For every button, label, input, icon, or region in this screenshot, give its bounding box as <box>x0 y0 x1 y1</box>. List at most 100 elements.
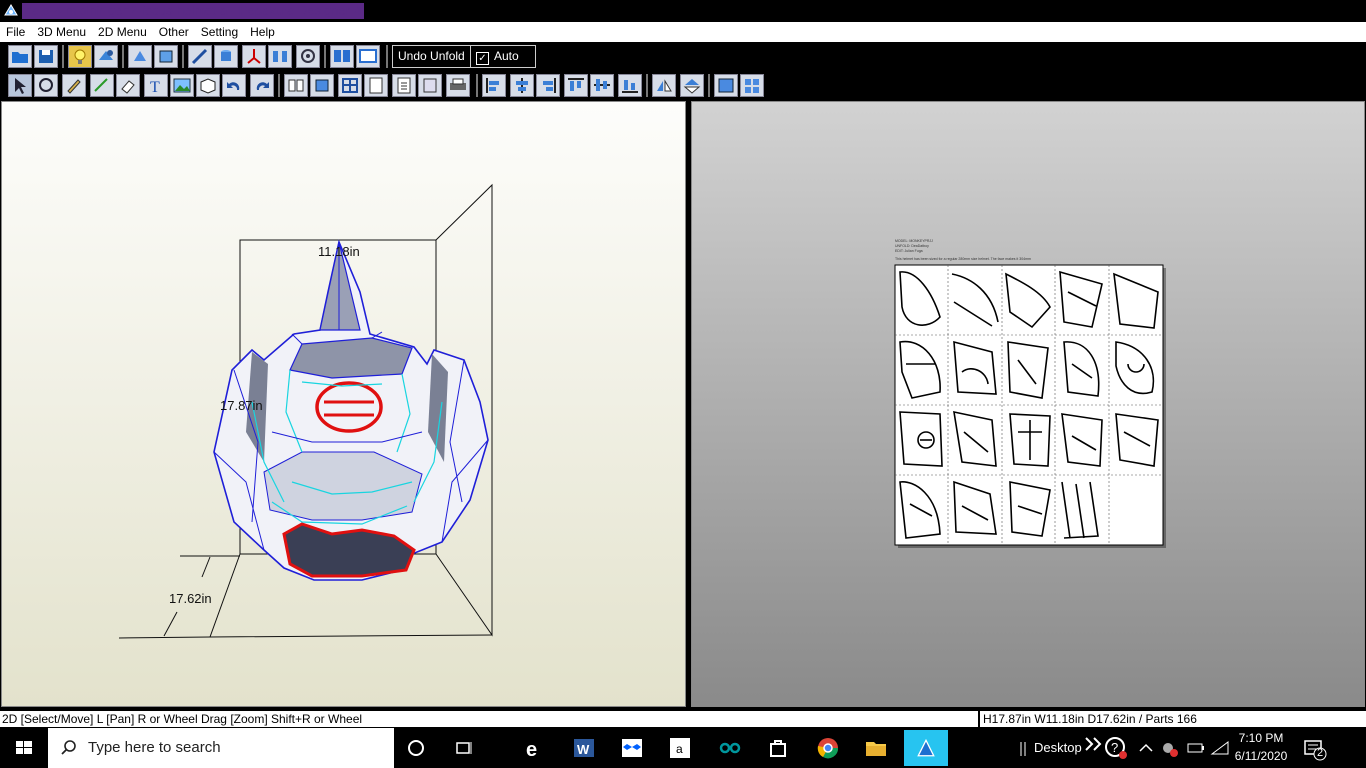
word-icon[interactable]: W <box>570 734 598 762</box>
grid-layout-icon[interactable] <box>338 74 362 97</box>
menu-bar: File 3D Menu 2D Menu Other Setting Help <box>0 22 1366 42</box>
svg-text:W: W <box>577 742 590 757</box>
title-bar: halo-4-mjolnir-gen2-focus-helmet-a - Pep… <box>0 0 1366 22</box>
printer-icon[interactable] <box>446 74 470 97</box>
file-explorer-icon[interactable] <box>862 734 890 762</box>
light-icon[interactable] <box>68 45 92 68</box>
sheet-header-line3: EDIT: Julian Fuga <box>895 249 923 253</box>
network-error-icon[interactable] <box>1156 734 1180 762</box>
clock-time[interactable]: 7:10 PM <box>1226 731 1296 745</box>
auto-check-icon[interactable]: ✓ <box>476 52 489 65</box>
mirror-icon[interactable] <box>268 45 292 68</box>
single-view-icon[interactable] <box>356 45 380 68</box>
unfold-icon[interactable] <box>284 74 308 97</box>
flip-horizontal-icon[interactable] <box>652 74 676 97</box>
menu-setting[interactable]: Setting <box>195 22 244 42</box>
toolbar-main: Undo Unfold ✓ Auto <box>0 42 1366 71</box>
edge-browser-icon[interactable]: e <box>520 734 548 762</box>
menu-file[interactable]: File <box>0 22 31 42</box>
fit-parts-icon[interactable] <box>310 74 334 97</box>
axis-icon[interactable] <box>242 45 266 68</box>
dropbox-icon[interactable] <box>618 734 646 762</box>
page-number-icon[interactable] <box>364 74 388 97</box>
tray-expand-icon[interactable] <box>1132 734 1154 762</box>
draw-line-icon[interactable] <box>90 74 114 97</box>
helmet-3d-model[interactable] <box>2 102 685 706</box>
cortana-icon[interactable] <box>402 734 430 762</box>
align-center-icon[interactable] <box>510 74 534 97</box>
align-middle-icon[interactable] <box>590 74 614 97</box>
desktop-toolbar-label[interactable]: Desktop <box>1034 740 1082 755</box>
wifi-icon[interactable] <box>1206 734 1229 762</box>
app-icon[interactable] <box>3 3 19 19</box>
toolbar-edit: T <box>0 71 1366 100</box>
align-bottom-icon[interactable] <box>618 74 642 97</box>
view-2d[interactable]: MODEL: MONKEYPRJJ UNFOLD: DeaDatboy EDIT… <box>691 101 1365 707</box>
redo-icon[interactable] <box>250 74 274 97</box>
sheet-header-line4: This helmet has been sized for a regular… <box>895 257 1031 261</box>
window-title: halo-4-mjolnir-gen2-focus-helmet-a - Pep… <box>22 3 364 19</box>
status-bar-left: 2D [Select/Move] L [Pan] R or Wheel Drag… <box>0 711 978 727</box>
dimension-height: 17.87in <box>220 398 263 413</box>
chrome-icon[interactable] <box>814 734 842 762</box>
arduino-icon[interactable] <box>716 734 744 762</box>
search-box[interactable]: Type here to search <box>48 728 394 768</box>
select-arrow-icon[interactable] <box>8 74 32 97</box>
menu-help[interactable]: Help <box>244 22 281 42</box>
menu-other[interactable]: Other <box>153 22 195 42</box>
open-icon[interactable] <box>8 45 32 68</box>
battery-icon[interactable] <box>1182 734 1204 762</box>
store-icon[interactable] <box>764 734 792 762</box>
edge-tool-icon[interactable] <box>188 45 212 68</box>
align-left-icon[interactable] <box>482 74 506 97</box>
search-placeholder: Type here to search <box>88 739 221 756</box>
undo-icon[interactable] <box>222 74 246 97</box>
chevron-double-icon[interactable] <box>1080 732 1102 751</box>
undo-unfold-button[interactable]: Undo Unfold <box>392 45 471 68</box>
flip-vertical-icon[interactable] <box>680 74 704 97</box>
taskbar-divider-icon <box>1010 734 1026 762</box>
svg-text:T: T <box>150 79 160 96</box>
dimension-width: 11.18in <box>318 244 360 259</box>
save-icon[interactable] <box>34 45 58 68</box>
arrange-parts-icon[interactable] <box>740 74 764 97</box>
view-3d[interactable]: 11.18in 17.87in 17.62in <box>1 101 686 707</box>
pencil-icon[interactable] <box>62 74 86 97</box>
status-bar-right: H17.87in W11.18in D17.62in / Parts 166 <box>980 711 1366 727</box>
dimension-depth: 17.62in <box>169 591 212 606</box>
texture-icon[interactable] <box>94 45 118 68</box>
help-icon[interactable]: ? <box>1102 734 1130 762</box>
page-icon[interactable] <box>392 74 416 97</box>
settings-icon[interactable] <box>296 45 320 68</box>
image-tool-icon[interactable] <box>170 74 194 97</box>
faces-icon[interactable] <box>154 45 178 68</box>
sheet-header-line2: UNFOLD: DeaDatboy <box>895 244 929 248</box>
unfold-sheet[interactable]: MODEL: MONKEYPRJJ UNFOLD: DeaDatboy EDIT… <box>692 102 1364 706</box>
svg-text:?: ? <box>1111 740 1118 755</box>
pepakura-taskbar-icon[interactable] <box>904 730 948 766</box>
eraser-icon[interactable] <box>116 74 140 97</box>
notification-count: 2 <box>1316 747 1324 759</box>
rotate-part-icon[interactable] <box>34 74 58 97</box>
align-top-icon[interactable] <box>564 74 588 97</box>
svg-text:a: a <box>676 742 683 756</box>
text-tool-icon[interactable]: T <box>144 74 168 97</box>
print-preview-icon[interactable] <box>418 74 442 97</box>
align-right-icon[interactable] <box>536 74 560 97</box>
sheet-header-line1: MODEL: MONKEYPRJJ <box>895 239 933 243</box>
task-view-icon[interactable] <box>450 734 478 762</box>
auto-label: Auto <box>494 49 519 63</box>
amazon-icon[interactable]: a <box>666 734 694 762</box>
rotate-model-icon[interactable] <box>128 45 152 68</box>
split-view-icon[interactable] <box>330 45 354 68</box>
svg-text:e: e <box>526 739 537 761</box>
box-icon[interactable] <box>196 74 220 97</box>
auto-checkbox[interactable]: ✓ Auto <box>470 45 536 68</box>
menu-2d[interactable]: 2D Menu <box>92 22 153 42</box>
search-icon <box>60 739 78 757</box>
menu-3d[interactable]: 3D Menu <box>31 22 92 42</box>
windows-start-icon[interactable] <box>10 734 38 762</box>
cylinder-icon[interactable] <box>214 45 238 68</box>
join-parts-icon[interactable] <box>714 74 738 97</box>
clock-date[interactable]: 6/11/2020 <box>1226 749 1296 763</box>
